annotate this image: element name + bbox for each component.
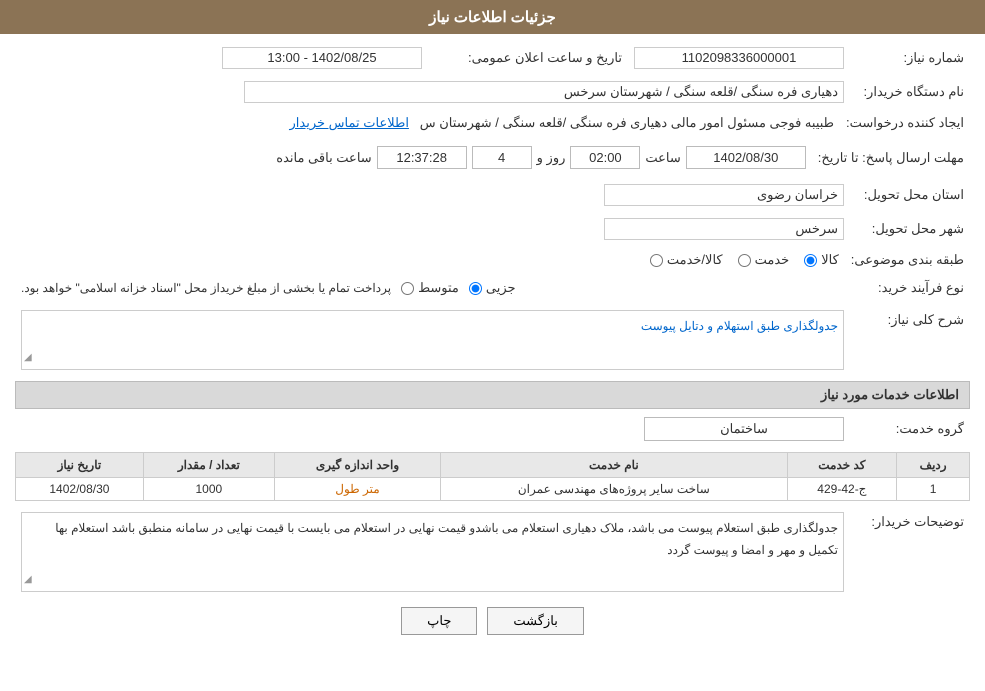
buyer-notes-value: جدولگذاری طبق استعلام پیوست می باشد، ملا…: [55, 521, 838, 557]
purchase-partial-radio[interactable]: [469, 282, 482, 295]
category-service-label: خدمت: [755, 252, 790, 268]
announcement-value: 1402/08/25 - 13:00: [222, 47, 422, 69]
need-number-value: 1102098336000001: [634, 47, 844, 69]
province-value: خراسان رضوی: [604, 184, 844, 206]
purchase-partial-label: جزیی: [486, 280, 516, 296]
description-value: جدولگذاری طبق استهلام و دتایل پیوست: [641, 319, 838, 333]
cell-quantity: 1000: [143, 478, 274, 501]
col-quantity: تعداد / مقدار: [143, 453, 274, 478]
response-remaining: 12:37:28: [377, 146, 467, 169]
col-date: تاریخ نیاز: [16, 453, 144, 478]
resize-handle: ◢: [24, 349, 32, 367]
purchase-medium-option[interactable]: متوسط: [401, 280, 459, 296]
purchase-partial-option[interactable]: جزیی: [469, 280, 516, 296]
page-header: جزئیات اطلاعات نیاز: [0, 0, 985, 34]
need-number-label: شماره نیاز:: [850, 44, 970, 72]
col-service-name: نام خدمت: [441, 453, 787, 478]
contact-link[interactable]: اطلاعات تماس خریدار: [290, 115, 409, 130]
service-group-value: ساختمان: [644, 417, 844, 441]
response-remaining-label: ساعت باقی مانده: [276, 150, 371, 166]
category-label: طبقه بندی موضوعی:: [845, 249, 970, 271]
category-service-radio[interactable]: [738, 254, 751, 267]
service-group-label: گروه خدمت:: [850, 414, 970, 444]
creator-label: ایجاد کننده درخواست:: [840, 112, 970, 134]
col-row-num: ردیف: [897, 453, 970, 478]
response-days: 4: [472, 146, 532, 169]
resize-handle-notes: ◢: [24, 571, 32, 589]
purchase-type-desc: پرداخت تمام یا بخشی از مبلغ خریداز محل "…: [21, 281, 391, 295]
button-row: بازگشت چاپ: [15, 607, 970, 635]
category-goods-service-option[interactable]: کالا/خدمت: [650, 252, 723, 268]
category-goods-label: کالا: [821, 252, 839, 268]
page-title: جزئیات اطلاعات نیاز: [429, 9, 556, 26]
table-row: 1 ج-42-429 ساخت سایر پروژه‌های مهندسی عم…: [16, 478, 970, 501]
description-label: شرح کلی نیاز:: [850, 307, 970, 373]
province-label: استان محل تحویل:: [850, 181, 970, 209]
response-time: 02:00: [570, 146, 640, 169]
cell-name: ساخت سایر پروژه‌های مهندسی عمران: [441, 478, 787, 501]
response-days-label: روز و: [537, 150, 566, 166]
category-goods-service-label: کالا/خدمت: [667, 252, 723, 268]
category-goods-service-radio[interactable]: [650, 254, 663, 267]
buyer-org-value: دهیاری فره سنگی /قلعه سنگی / شهرستان سرخ…: [244, 81, 844, 103]
services-section-title: اطلاعات خدمات مورد نیاز: [15, 381, 970, 409]
city-value: سرخس: [604, 218, 844, 240]
cell-date: 1402/08/30: [16, 478, 144, 501]
buyer-org-label: نام دستگاه خریدار:: [850, 78, 970, 106]
print-button[interactable]: چاپ: [401, 607, 477, 635]
purchase-medium-label: متوسط: [418, 280, 459, 296]
buyer-notes-label: توضیحات خریدار:: [850, 509, 970, 595]
announcement-label: تاریخ و ساعت اعلان عمومی:: [428, 44, 628, 72]
purchase-medium-radio[interactable]: [401, 282, 414, 295]
cell-code: ج-42-429: [787, 478, 897, 501]
category-service-option[interactable]: خدمت: [738, 252, 790, 268]
city-label: شهر محل تحویل:: [850, 215, 970, 243]
creator-value: طبیبه فوجی مسئول امور مالی دهیاری فره سن…: [420, 115, 834, 130]
purchase-type-label: نوع فرآیند خرید:: [850, 277, 970, 299]
response-date: 1402/08/30: [686, 146, 806, 169]
col-service-code: کد خدمت: [787, 453, 897, 478]
services-table: ردیف کد خدمت نام خدمت واحد اندازه گیری ت…: [15, 452, 970, 501]
category-goods-radio[interactable]: [804, 254, 817, 267]
back-button[interactable]: بازگشت: [487, 607, 583, 635]
col-unit: واحد اندازه گیری: [274, 453, 440, 478]
category-goods-option[interactable]: کالا: [804, 252, 839, 268]
response-deadline-label: مهلت ارسال پاسخ: تا تاریخ:: [812, 140, 970, 175]
response-time-label: ساعت: [645, 150, 680, 166]
cell-unit: متر طول: [274, 478, 440, 501]
cell-row: 1: [897, 478, 970, 501]
